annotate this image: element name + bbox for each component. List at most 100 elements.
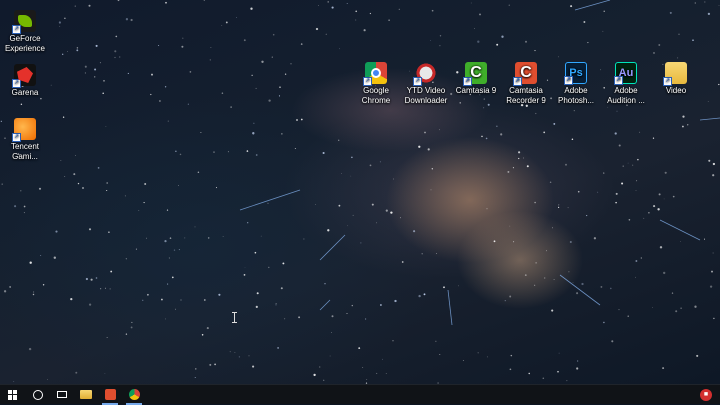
star [413,230,416,233]
garena-icon: ↗ [12,64,36,88]
star [355,19,357,21]
star [248,355,250,357]
star [138,210,140,211]
star [229,351,231,353]
star [352,214,354,216]
star [418,294,421,298]
star [346,3,348,5]
star [169,237,172,239]
star [125,258,127,260]
star [510,354,513,357]
star [284,318,286,320]
star [261,60,264,63]
star [443,286,445,289]
desktop-icon-garena[interactable]: ↗ Garena [0,64,50,98]
star [251,74,253,76]
star [534,201,536,204]
desktop-icon-geforce-experience[interactable]: ↗ GeForce Experience [0,10,50,54]
star [435,340,437,342]
task-view-button[interactable] [50,385,74,405]
star [171,276,174,279]
star [62,116,65,118]
meteor-streak [239,189,301,211]
taskbar-chrome[interactable] [122,385,146,405]
taskbar-camtasia[interactable] [98,385,122,405]
desktop-icon-tencent-gaming[interactable]: ↗ Tencent Gami... [0,118,50,162]
star [95,277,98,279]
star [130,18,133,22]
desktop-icon-ytd-video-downloader[interactable]: ↗ YTD Video Downloader [401,62,451,106]
shortcut-arrow-icon: ↗ [12,79,21,88]
star [147,293,149,296]
cortana-search-button[interactable] [26,385,50,405]
star [99,288,102,290]
star [250,7,253,10]
star [294,148,296,149]
star [703,238,706,240]
star [20,103,23,106]
meteor-streak [574,0,611,11]
star [347,225,349,227]
star [421,253,423,255]
star [470,2,472,4]
star [549,181,552,184]
star [50,84,52,86]
star [189,71,192,73]
star [652,307,653,308]
text-cursor-icon [232,312,238,323]
star [507,170,510,173]
star [260,235,262,237]
star [243,274,246,276]
star [271,56,273,58]
star [275,304,277,306]
star [105,126,107,127]
star [254,251,257,254]
desktop-icon-camtasia-recorder-9[interactable]: C ↗ Camtasia Recorder 9 [501,62,551,106]
taskbar-file-explorer[interactable] [74,385,98,405]
desktop-icon-google-chrome[interactable]: ↗ Google Chrome [351,62,401,106]
star [509,368,512,371]
desktop-icon-adobe-photoshop[interactable]: Ps ↗ Adobe Photosh... [551,62,601,106]
star [663,198,665,200]
desktop-icon-video-folder[interactable]: ↗ Video [651,62,701,96]
star [175,308,177,310]
star [653,205,656,208]
icon-label: GeForce [9,34,41,43]
star [696,354,699,357]
star [525,40,527,43]
star [551,309,554,312]
star [392,340,394,342]
star [360,242,362,244]
star [182,37,184,39]
star [692,39,694,42]
star [393,178,394,180]
star [267,202,269,204]
star [103,80,105,82]
chrome-icon: ↗ [363,62,387,86]
star [323,379,325,381]
star [603,10,605,12]
star [694,2,696,4]
star [164,240,167,243]
star [712,162,716,166]
star [197,171,200,174]
icon-label: Gami... [12,152,38,161]
desktop-icon-camtasia-9[interactable]: C ↗ Camtasia 9 [451,62,501,96]
star [486,356,488,358]
start-button[interactable] [0,385,26,405]
star [431,9,434,12]
icon-label: Video [665,86,687,95]
desktop-icon-adobe-audition[interactable]: Au ↗ Adobe Audition ... [601,62,651,106]
star [253,122,255,124]
star [329,355,331,357]
star [203,299,206,301]
star [622,165,624,167]
star [376,372,378,374]
star [167,120,169,122]
star [158,100,161,102]
star [173,249,176,251]
tray-recording-icon[interactable]: ■ [700,389,712,401]
star [175,150,177,152]
star [207,237,210,239]
star [331,315,334,318]
